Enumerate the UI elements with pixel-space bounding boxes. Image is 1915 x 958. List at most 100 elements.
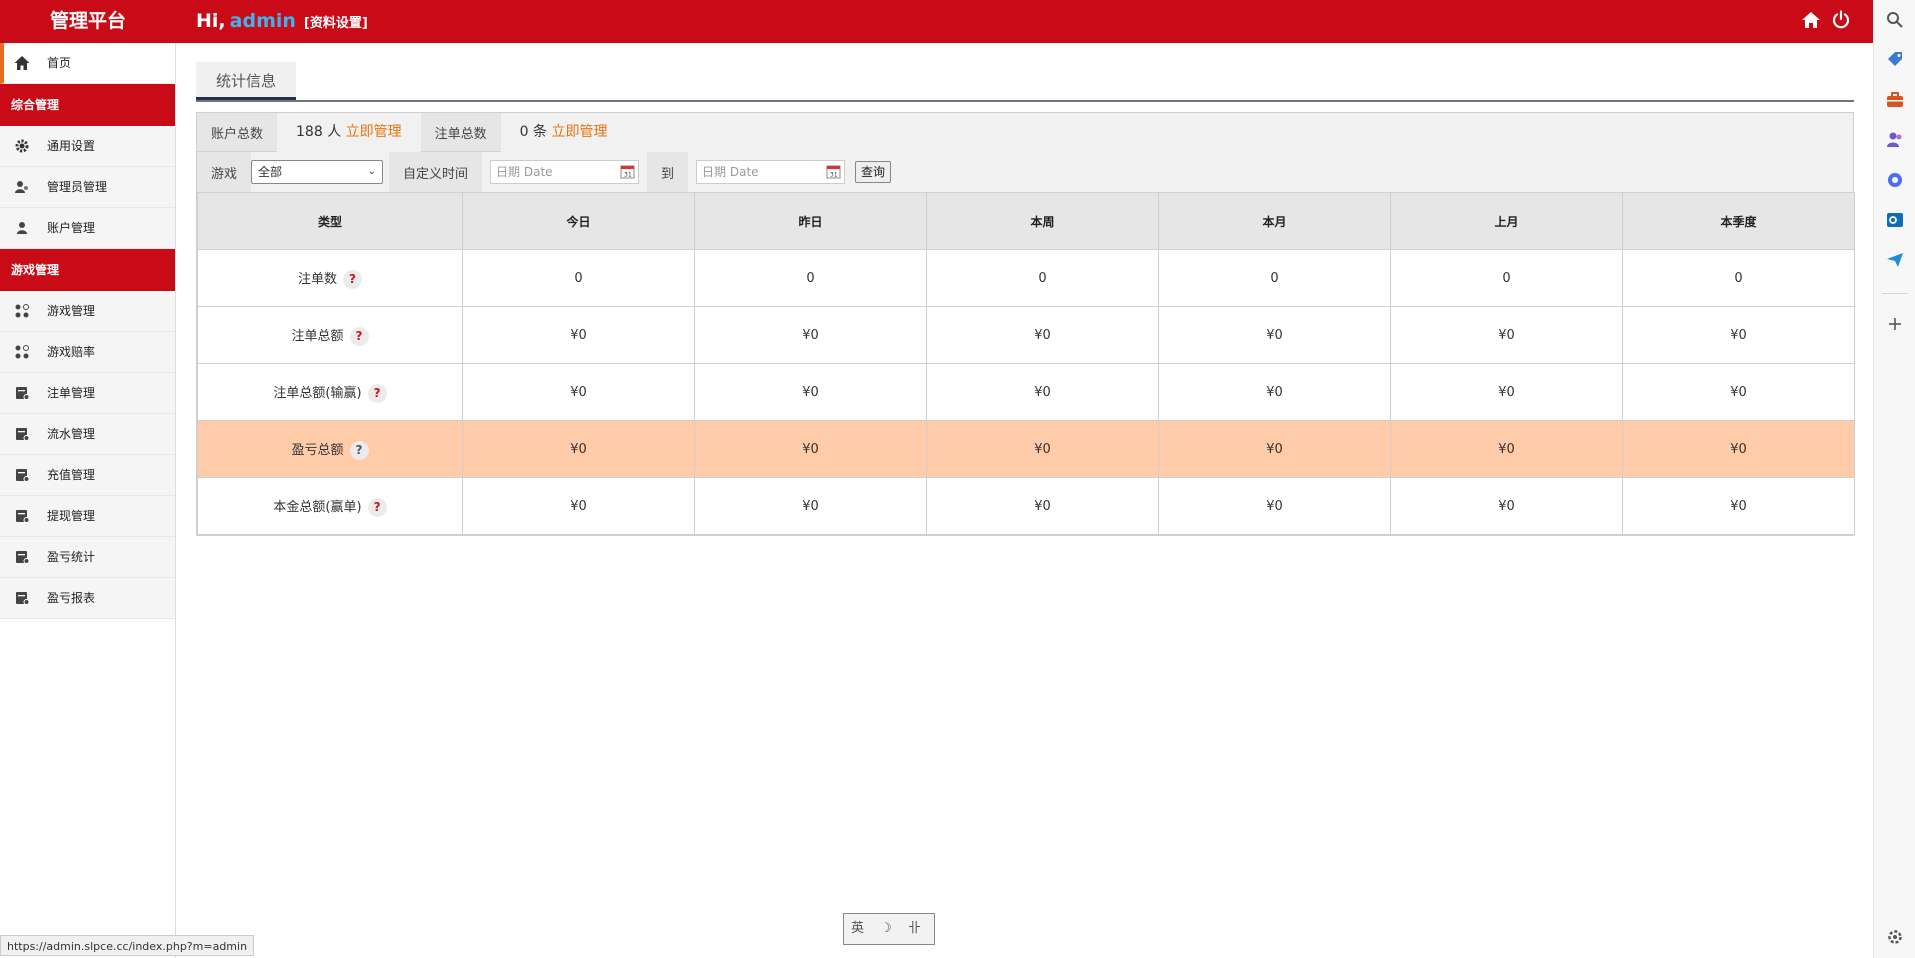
table-cell: 0 bbox=[462, 249, 695, 307]
ime-indicator[interactable]: 英 ☽ 卝 bbox=[843, 913, 935, 945]
server-icon bbox=[16, 469, 30, 482]
accounts-manage-link[interactable]: 立即管理 bbox=[346, 124, 402, 140]
filter-row: 游戏 全部 ⌄ 自定义时间 日期 Date 31 到 日期 Date 31 查询 bbox=[197, 152, 1853, 192]
sidebar-item-bet-management[interactable]: 注单管理 bbox=[0, 373, 175, 414]
sidebar-item-label: 提现管理 bbox=[47, 509, 96, 523]
main-content: 统计信息 账户总数 188 人 立即管理 注单总数 0 条 立即管理 游戏 全部… bbox=[196, 43, 1855, 536]
to-label: 到 bbox=[661, 166, 675, 182]
game-select[interactable]: 全部 ⌄ bbox=[251, 160, 384, 184]
outlook-icon[interactable] bbox=[1885, 210, 1905, 230]
username-link[interactable]: admin bbox=[230, 10, 296, 32]
sidebar-item-home[interactable]: 首页 bbox=[0, 43, 175, 84]
bets-manage-link[interactable]: 立即管理 bbox=[551, 124, 607, 140]
grid-icon bbox=[15, 345, 29, 359]
server-icon bbox=[16, 510, 30, 523]
toolbox-icon[interactable] bbox=[1885, 90, 1905, 110]
sidebar-item-label: 首页 bbox=[47, 56, 72, 70]
add-icon[interactable] bbox=[1885, 314, 1905, 334]
tab-statistics[interactable]: 统计信息 bbox=[196, 62, 296, 100]
help-icon[interactable]: ? bbox=[349, 440, 369, 460]
greeting-text: Hi, bbox=[196, 10, 226, 32]
calendar-icon[interactable]: 31 bbox=[826, 164, 841, 179]
sidebar-item-profit-report[interactable]: 盈亏报表 bbox=[0, 578, 175, 619]
filter-panel: 账户总数 188 人 立即管理 注单总数 0 条 立即管理 游戏 全部 ⌄ 自定… bbox=[196, 112, 1855, 536]
table-cell: ¥0 bbox=[926, 420, 1159, 478]
table-row: 注单总额? ¥0 ¥0 ¥0 ¥0 ¥0 ¥0 bbox=[197, 306, 1855, 364]
svg-text:31: 31 bbox=[830, 172, 838, 179]
sidebar-item-label: 游戏赔率 bbox=[47, 345, 96, 359]
sidebar-item-flow-management[interactable]: 流水管理 bbox=[0, 414, 175, 455]
sidebar-item-recharge-management[interactable]: 充值管理 bbox=[0, 455, 175, 496]
row-label-cell: 注单总额(输赢)? bbox=[197, 363, 463, 421]
table-cell: ¥0 bbox=[1158, 477, 1391, 535]
sidebar-item-general-settings[interactable]: 通用设置 bbox=[0, 126, 175, 167]
end-date-placeholder: 日期 Date bbox=[702, 165, 759, 179]
grid-icon bbox=[15, 304, 29, 318]
end-date-input[interactable]: 日期 Date 31 bbox=[696, 160, 846, 184]
server-icon bbox=[16, 551, 30, 564]
home-icon[interactable] bbox=[1801, 10, 1821, 30]
table-cell: ¥0 bbox=[1390, 420, 1623, 478]
gear-icon bbox=[15, 139, 29, 153]
chevron-down-icon: ⌄ bbox=[367, 166, 377, 177]
table-cell: ¥0 bbox=[462, 477, 695, 535]
top-header: 管理平台 Hi, admin [资料设置] bbox=[0, 0, 1873, 43]
row-label-cell: 本金总额(赢单)? bbox=[197, 477, 463, 535]
game-select-value: 全部 bbox=[258, 165, 283, 179]
profile-settings-link[interactable]: [资料设置] bbox=[304, 16, 368, 31]
divider bbox=[1882, 293, 1908, 294]
table-cell: ¥0 bbox=[1390, 477, 1623, 535]
people-icon[interactable] bbox=[1885, 130, 1905, 150]
search-icon[interactable] bbox=[1885, 10, 1905, 30]
calendar-icon[interactable]: 31 bbox=[620, 164, 635, 179]
sidebar-item-label: 注单管理 bbox=[47, 386, 96, 400]
sidebar-item-game-odds[interactable]: 游戏赔率 bbox=[0, 332, 175, 373]
server-icon bbox=[16, 387, 30, 400]
sidebar-item-label: 游戏管理 bbox=[47, 304, 96, 318]
table-row-highlighted: 盈亏总额? ¥0 ¥0 ¥0 ¥0 ¥0 ¥0 bbox=[197, 420, 1855, 478]
sidebar-item-profit-stats[interactable]: 盈亏统计 bbox=[0, 537, 175, 578]
sidebar: 首页 综合管理 通用设置 管理员管理 账户管理 游戏管理 游戏管理 游戏赔率 注… bbox=[0, 43, 176, 958]
copilot-icon[interactable] bbox=[1885, 170, 1905, 190]
sidebar-item-withdraw-management[interactable]: 提现管理 bbox=[0, 496, 175, 537]
table-header-row: 类型 今日 昨日 本周 本月 上月 本季度 bbox=[197, 192, 1855, 250]
sidebar-item-account-management[interactable]: 账户管理 bbox=[0, 208, 175, 249]
send-icon[interactable] bbox=[1885, 250, 1905, 270]
accounts-total-label: 账户总数 bbox=[211, 126, 264, 142]
help-icon[interactable]: ? bbox=[367, 497, 387, 517]
row-label-cell: 注单数? bbox=[197, 249, 463, 307]
table-cell: ¥0 bbox=[694, 420, 927, 478]
column-header: 本季度 bbox=[1622, 192, 1855, 250]
table-cell: 0 bbox=[694, 249, 927, 307]
status-bar-url: https://admin.slpce.cc/index.php?m=admin bbox=[0, 935, 255, 956]
table-row: 注单总额(输赢)? ¥0 ¥0 ¥0 ¥0 ¥0 ¥0 bbox=[197, 363, 1855, 421]
power-icon[interactable] bbox=[1831, 10, 1851, 30]
sidebar-section-general: 综合管理 bbox=[0, 84, 175, 126]
table-cell: 0 bbox=[1158, 249, 1391, 307]
brand-title: 管理平台 bbox=[49, 10, 126, 32]
row-label: 本金总额(赢单) bbox=[273, 499, 362, 515]
sidebar-item-label: 盈亏报表 bbox=[47, 591, 96, 605]
bets-count: 0 条 bbox=[519, 123, 548, 140]
gear-icon[interactable] bbox=[1885, 927, 1905, 947]
sidebar-item-game-management[interactable]: 游戏管理 bbox=[0, 291, 175, 332]
table-cell: ¥0 bbox=[926, 306, 1159, 364]
table-cell: ¥0 bbox=[1158, 420, 1391, 478]
help-icon[interactable]: ? bbox=[367, 383, 387, 403]
table-row: 注单数? 0 0 0 0 0 0 bbox=[197, 249, 1855, 307]
table-cell: ¥0 bbox=[694, 306, 927, 364]
tag-icon[interactable] bbox=[1885, 50, 1905, 70]
sidebar-section-game: 游戏管理 bbox=[0, 249, 175, 291]
help-icon[interactable]: ? bbox=[349, 326, 369, 346]
column-header: 本月 bbox=[1158, 192, 1391, 250]
query-button[interactable]: 查询 bbox=[855, 161, 892, 183]
row-label: 注单总额(输赢) bbox=[273, 385, 362, 401]
table-cell: ¥0 bbox=[1622, 306, 1855, 364]
svg-text:31: 31 bbox=[624, 172, 632, 179]
help-icon[interactable]: ? bbox=[343, 269, 362, 289]
sidebar-item-admin-management[interactable]: 管理员管理 bbox=[0, 167, 175, 208]
table-row: 本金总额(赢单)? ¥0 ¥0 ¥0 ¥0 ¥0 ¥0 bbox=[197, 477, 1855, 535]
start-date-input[interactable]: 日期 Date 31 bbox=[490, 160, 640, 184]
row-label-cell: 盈亏总额? bbox=[197, 420, 463, 478]
sidebar-item-label: 流水管理 bbox=[47, 427, 96, 441]
